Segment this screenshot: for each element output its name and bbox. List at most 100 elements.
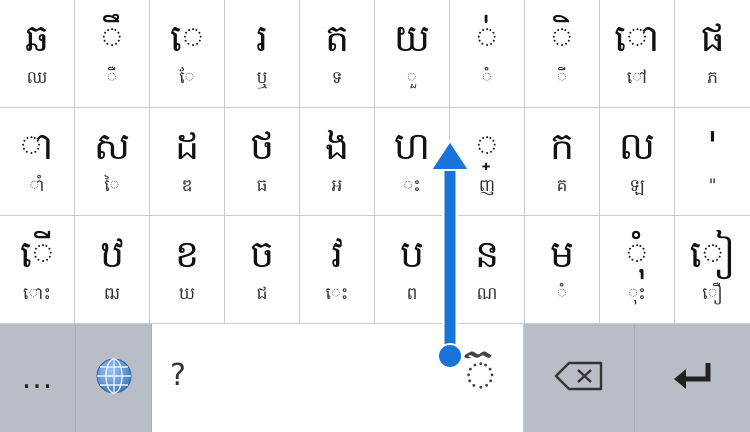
language-switch-button[interactable] xyxy=(76,324,152,432)
key-primary-char: ស xyxy=(93,124,131,168)
key-primary-char: យ xyxy=(393,16,431,60)
key[interactable]: ផភ xyxy=(675,0,750,108)
key-primary-char: ុំ xyxy=(625,232,649,276)
key-secondary-char: ំ xyxy=(482,68,492,88)
key-secondary-char: ណ xyxy=(476,284,498,304)
key-primary-char: ល xyxy=(618,124,656,168)
key-secondary-char: ែ xyxy=(179,68,195,88)
key-primary-char: ក xyxy=(549,124,575,168)
key[interactable]: ឹឺ xyxy=(75,0,150,108)
key-secondary-char: ី xyxy=(557,68,567,88)
key-primary-char: ង xyxy=(324,124,350,168)
key[interactable]: ថធ xyxy=(225,108,300,216)
key[interactable]: ងអ xyxy=(300,108,375,216)
more-keys-button[interactable]: ... xyxy=(0,324,76,432)
key-primary-char: ្ xyxy=(475,124,499,168)
key[interactable]: ឋឍ xyxy=(75,216,150,324)
backspace-button[interactable] xyxy=(524,324,635,432)
key[interactable]: សៃ xyxy=(75,108,150,216)
key-primary-char: ខ xyxy=(174,232,200,276)
key-primary-char: ់ xyxy=(475,16,499,60)
key-secondary-char: ឺ xyxy=(107,68,117,88)
key[interactable]: ៀឿ xyxy=(675,216,750,324)
return-button[interactable] xyxy=(635,324,750,432)
key-primary-char: ដ xyxy=(174,124,200,168)
key-secondary-char: ឿ xyxy=(702,284,723,304)
more-keys-label: ... xyxy=(21,360,54,396)
key-secondary-char: េះ xyxy=(325,284,349,304)
key[interactable]: ដឌ xyxy=(150,108,225,216)
key-secondary-char: ឡ xyxy=(629,176,645,196)
key[interactable]: កគ xyxy=(525,108,600,216)
globe-icon xyxy=(94,356,134,400)
key-secondary-char: ៅ xyxy=(626,68,648,88)
key-secondary-char: ជ xyxy=(256,284,268,304)
key-secondary-char: ះ xyxy=(403,176,421,196)
key-primary-char: ោ xyxy=(614,16,660,60)
key-secondary-char: គ xyxy=(556,176,568,196)
key-secondary-char: ភ xyxy=(707,68,718,88)
key-primary-char: ' xyxy=(707,124,718,168)
key-secondary-char: ធ xyxy=(256,176,268,196)
key[interactable]: ុំុះ xyxy=(600,216,675,324)
key-primary-char: ៀ xyxy=(689,232,736,276)
key-secondary-char: ៃ xyxy=(104,176,120,196)
key-primary-char: ើ xyxy=(19,232,55,276)
key-primary-char: ថ xyxy=(249,124,275,168)
key[interactable]: បព xyxy=(375,216,450,324)
key[interactable]: រឬ xyxy=(225,0,300,108)
key-primary-char: ម xyxy=(549,232,575,276)
key-secondary-char: ព xyxy=(406,284,418,304)
key[interactable]: ' " xyxy=(675,108,750,216)
key[interactable]: យួ xyxy=(375,0,450,108)
khmer-keyboard: ឆឈឹឺេែរឬតទយួ់ំិីោៅផភាាំសៃដឌថធងអហះ្ញកគលឡ '… xyxy=(0,0,750,432)
key-primary-char: វ xyxy=(330,232,344,276)
key[interactable]: វេះ xyxy=(300,216,375,324)
key-secondary-char: ួ xyxy=(407,68,417,88)
space-bar[interactable]: ? ៊ xyxy=(152,324,524,432)
key[interactable]: មំ xyxy=(525,216,600,324)
key-primary-char: ន xyxy=(474,232,500,276)
key-primary-char: ឋ xyxy=(99,232,125,276)
key-secondary-char: ាំ xyxy=(29,176,45,196)
key-primary-char: ច xyxy=(249,232,275,276)
backspace-icon xyxy=(553,360,605,396)
key[interactable]: ើោះ xyxy=(0,216,75,324)
key-primary-char: ា xyxy=(20,124,54,168)
key-secondary-char: ោះ xyxy=(23,284,51,304)
key-secondary-char: អ xyxy=(331,176,343,196)
key-primary-char: ឆ xyxy=(24,16,50,60)
key[interactable]: ឆឈ xyxy=(0,0,75,108)
key-secondary-char: ំ xyxy=(557,284,567,304)
key-secondary-char: ទ xyxy=(331,68,343,88)
key-secondary-char: ឍ xyxy=(103,284,121,304)
key-secondary-char: ឬ xyxy=(256,68,268,88)
key[interactable]: តទ xyxy=(300,0,375,108)
key[interactable]: ចជ xyxy=(225,216,300,324)
return-icon xyxy=(672,361,714,395)
key[interactable]: ខឃ xyxy=(150,216,225,324)
key[interactable]: ់ំ xyxy=(450,0,525,108)
key[interactable]: ិី xyxy=(525,0,600,108)
key[interactable]: ្ញ xyxy=(450,108,525,216)
key-primary-char: េ xyxy=(169,16,205,60)
space-glyph: ៊ xyxy=(464,345,497,410)
key-primary-char: រ xyxy=(255,16,269,60)
key-primary-char: ិ xyxy=(550,16,574,60)
key[interactable]: លឡ xyxy=(600,108,675,216)
key-primary-char: ហ xyxy=(393,124,431,168)
key[interactable]: េែ xyxy=(150,0,225,108)
key-primary-char: ត xyxy=(324,16,350,60)
key-primary-char: ផ xyxy=(700,16,725,60)
key[interactable]: ោៅ xyxy=(600,0,675,108)
key-secondary-char: ឃ xyxy=(178,284,196,304)
key-secondary-char: ញ xyxy=(478,176,496,196)
key-secondary-char: ុះ xyxy=(628,284,646,304)
key-secondary-char: ឌ xyxy=(181,176,193,196)
key-primary-char: ឹ xyxy=(100,16,124,60)
keyboard-function-row: ... ? ៊ xyxy=(0,324,750,432)
key-grid: ឆឈឹឺេែរឬតទយួ់ំិីោៅផភាាំសៃដឌថធងអហះ្ញកគលឡ '… xyxy=(0,0,750,324)
key[interactable]: ហះ xyxy=(375,108,450,216)
key[interactable]: ាាំ xyxy=(0,108,75,216)
key[interactable]: នណ xyxy=(450,216,525,324)
